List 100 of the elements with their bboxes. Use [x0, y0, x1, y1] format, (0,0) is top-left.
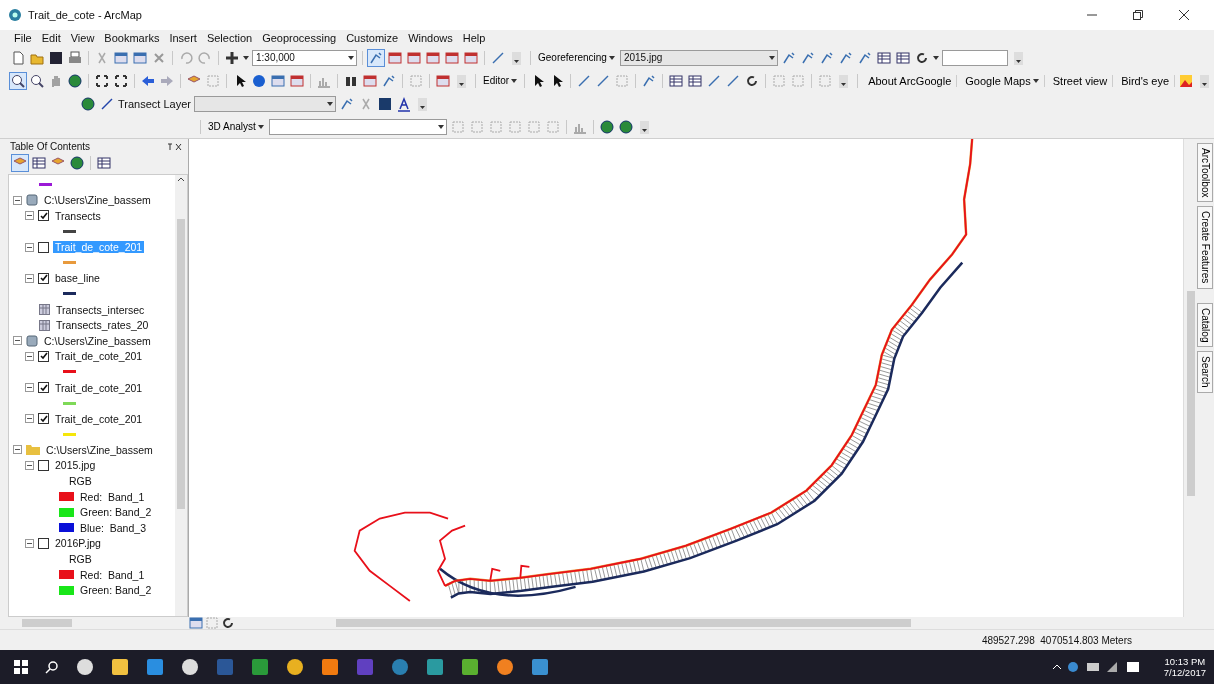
collapse-icon[interactable] — [13, 336, 22, 346]
add-data-icon[interactable] — [224, 49, 240, 66]
layer-name[interactable]: Trait_de_cote_201 — [53, 412, 145, 425]
sketch-icon[interactable] — [837, 49, 854, 66]
menu-item[interactable]: Customize — [346, 32, 399, 44]
search-icon[interactable] — [45, 660, 59, 674]
globe-icon[interactable] — [69, 155, 85, 171]
page-icon[interactable] — [10, 49, 26, 66]
scrollbar-thumb[interactable] — [336, 619, 911, 627]
checkbox[interactable] — [38, 210, 49, 222]
checkbox[interactable] — [38, 272, 49, 284]
window-icon[interactable] — [406, 49, 422, 66]
line-tool-icon[interactable] — [490, 49, 506, 66]
toolbar-link[interactable]: About ArcGoogle — [863, 74, 958, 87]
menu-item[interactable]: Bookmarks — [104, 32, 160, 44]
scrollbar-thumb[interactable] — [22, 619, 72, 627]
line-tool-icon[interactable] — [706, 72, 723, 89]
analyst-layer-field[interactable] — [268, 118, 447, 135]
layer-name[interactable]: Trait_de_cote_201 — [53, 350, 145, 363]
sketch-icon[interactable] — [818, 49, 835, 66]
collapse-icon[interactable] — [13, 195, 22, 205]
taskbar-app-icon[interactable] — [76, 658, 94, 676]
sketch-icon[interactable] — [799, 49, 816, 66]
table-icon[interactable] — [894, 49, 911, 66]
line-tool-icon[interactable] — [99, 95, 115, 112]
layer-name[interactable]: 2016P.jpg — [53, 537, 103, 550]
taskbar-app-icon[interactable] — [111, 658, 129, 676]
line-tool-icon[interactable] — [725, 72, 742, 89]
line-tool-icon[interactable] — [576, 72, 593, 89]
sketch-icon[interactable] — [338, 95, 355, 112]
data-frame-name[interactable]: C:\Users\Zine_bassem — [42, 194, 153, 207]
scrollbar-thumb[interactable] — [1186, 291, 1195, 496]
checkbox[interactable] — [38, 413, 49, 425]
sketch-icon[interactable] — [780, 49, 797, 66]
menu-item[interactable]: Edit — [41, 32, 61, 44]
collapse-icon[interactable] — [25, 351, 34, 361]
table-icon[interactable] — [875, 49, 892, 66]
line-tool-icon[interactable] — [595, 72, 612, 89]
window-icon[interactable] — [289, 72, 305, 89]
taskbar-app-icon[interactable] — [181, 658, 199, 676]
collapse-icon[interactable] — [25, 273, 34, 283]
checkbox[interactable] — [38, 241, 49, 253]
table-icon[interactable] — [687, 72, 704, 89]
window-icon[interactable] — [463, 49, 479, 66]
menu-item[interactable]: Windows — [408, 32, 453, 44]
layer-name[interactable]: Trait_de_cote_201 — [53, 381, 145, 394]
zoom-out-icon[interactable] — [29, 72, 45, 89]
windows-start-icon[interactable] — [14, 660, 28, 674]
data-frame-name[interactable]: C:\Users\Zine_bassem — [42, 334, 153, 347]
window-icon[interactable] — [387, 49, 403, 66]
checkbox[interactable] — [38, 537, 49, 549]
scroll-up-icon[interactable] — [177, 175, 185, 183]
georeferencing-menu[interactable]: Georeferencing — [536, 52, 617, 63]
collapse-icon[interactable] — [13, 445, 22, 455]
layer-name[interactable]: Transects — [53, 210, 103, 222]
sketch-icon[interactable] — [368, 49, 384, 66]
layer-name[interactable]: 2015.jpg — [53, 459, 98, 472]
taskbar-app-icon[interactable] — [321, 658, 339, 676]
dock-tab[interactable]: Create Features — [1197, 206, 1213, 289]
toolbar-link[interactable]: Bird's eye — [1116, 74, 1176, 87]
table-name[interactable]: Transects_rates_20 — [54, 319, 151, 332]
scrollbar-thumb[interactable] — [177, 219, 185, 509]
table-icon[interactable] — [96, 155, 112, 171]
collapse-icon[interactable] — [25, 538, 34, 548]
data-frame-name[interactable]: C:\Users\Zine_bassem — [44, 443, 155, 456]
menu-item[interactable]: View — [70, 32, 95, 44]
transect-layer-field[interactable] — [193, 95, 336, 112]
google-maps-menu[interactable]: Google Maps — [960, 74, 1045, 87]
window-icon[interactable] — [425, 49, 441, 66]
taskbar-app-icon[interactable] — [286, 658, 304, 676]
toolbar-link[interactable]: Street view — [1047, 74, 1114, 87]
collapse-icon[interactable] — [25, 242, 34, 252]
sketch-icon[interactable] — [856, 49, 873, 66]
layers-icon[interactable] — [12, 155, 28, 171]
collapse-icon[interactable] — [25, 383, 34, 392]
input-field[interactable] — [941, 49, 1008, 66]
window-icon[interactable] — [444, 49, 460, 66]
dock-tab[interactable]: Catalog — [1197, 302, 1213, 348]
table-icon[interactable] — [31, 155, 47, 171]
layer-name[interactable]: base_line — [53, 272, 102, 285]
system-tray-icons[interactable] — [1050, 660, 1141, 674]
save-icon[interactable] — [48, 49, 64, 66]
sketch-icon[interactable] — [381, 72, 397, 89]
checkbox[interactable] — [38, 350, 49, 362]
collapse-icon[interactable] — [25, 461, 34, 470]
scale-field[interactable]: 1:30,000 — [252, 49, 357, 66]
taskbar-app-icon[interactable] — [461, 658, 479, 676]
rotate-icon[interactable] — [220, 615, 236, 631]
pin-close-icon[interactable] — [166, 142, 182, 151]
globe-icon[interactable] — [617, 118, 634, 135]
table-icon[interactable] — [668, 72, 685, 89]
globe-icon[interactable] — [67, 72, 83, 89]
table-name[interactable]: Transects_intersec — [54, 303, 147, 316]
window-icon[interactable] — [362, 72, 378, 89]
menu-item[interactable]: Selection — [206, 32, 253, 44]
window-icon[interactable] — [435, 72, 451, 89]
info-icon[interactable] — [251, 72, 267, 89]
analyst-menu[interactable]: 3D Analyst — [206, 121, 266, 132]
editor-menu[interactable]: Editor — [481, 75, 520, 86]
menu-item[interactable]: Insert — [169, 32, 197, 44]
